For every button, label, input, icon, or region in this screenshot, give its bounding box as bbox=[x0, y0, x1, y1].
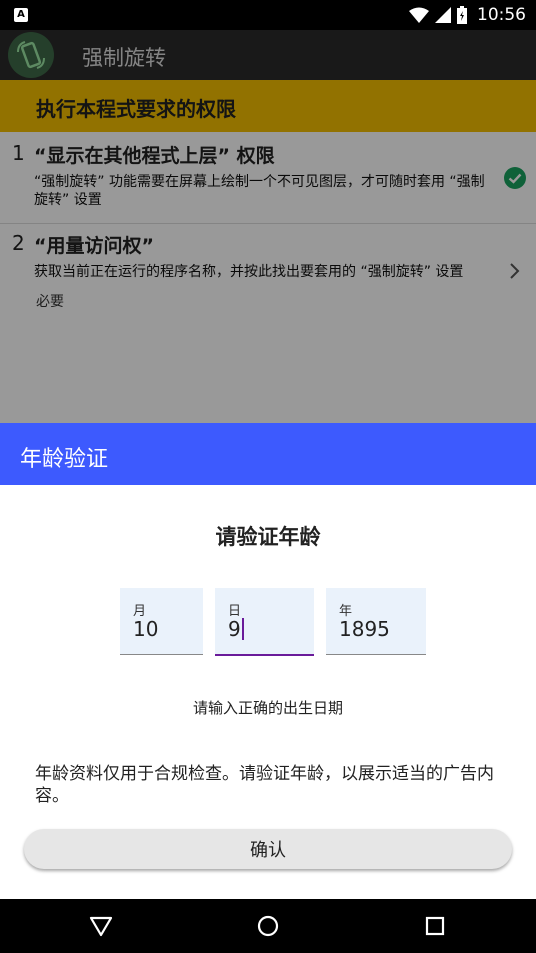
day-value-wrap: 9 bbox=[228, 617, 244, 641]
wifi-icon bbox=[409, 7, 429, 23]
age-verification-dialog: 年龄验证 请验证年龄 月 10 日 9 年 1895 请输入正确的出生日期 年龄… bbox=[0, 423, 536, 899]
home-icon[interactable] bbox=[253, 911, 283, 941]
birthdate-hint: 请输入正确的出生日期 bbox=[192, 699, 343, 717]
month-input[interactable]: 月 10 bbox=[120, 588, 203, 655]
screen: A 10:56 强制旋转 执行本程式要求的权限 1 “显示在其他程式上层” 权限… bbox=[0, 0, 536, 953]
battery-icon bbox=[457, 6, 467, 24]
status-bar: A 10:56 bbox=[0, 0, 536, 30]
status-time: 10:56 bbox=[477, 5, 526, 25]
year-input[interactable]: 年 1895 bbox=[326, 588, 426, 655]
navigation-bar bbox=[0, 899, 536, 953]
recents-icon[interactable] bbox=[420, 911, 450, 941]
app-background: 强制旋转 执行本程式要求的权限 1 “显示在其他程式上层” 权限 “强制旋转” … bbox=[0, 30, 536, 423]
dialog-title: 年龄验证 bbox=[20, 447, 109, 472]
dialog-header: 年龄验证 bbox=[0, 423, 536, 485]
month-value: 10 bbox=[133, 617, 159, 641]
notification-icon: A bbox=[14, 8, 28, 22]
day-value: 9 bbox=[228, 617, 241, 641]
scrim-overlay[interactable] bbox=[0, 30, 536, 423]
back-icon[interactable] bbox=[86, 911, 116, 941]
confirm-button[interactable]: 确认 bbox=[24, 829, 512, 869]
year-value: 1895 bbox=[339, 617, 390, 641]
status-icons: 10:56 bbox=[409, 4, 526, 26]
signal-icon bbox=[435, 7, 451, 23]
text-caret bbox=[241, 618, 244, 640]
compliance-note: 年龄资料仅用于合规检查。请验证年龄，以展示适当的广告内容。 bbox=[35, 764, 494, 806]
dialog-heading: 请验证年龄 bbox=[215, 525, 321, 549]
day-input[interactable]: 日 9 bbox=[215, 588, 314, 656]
